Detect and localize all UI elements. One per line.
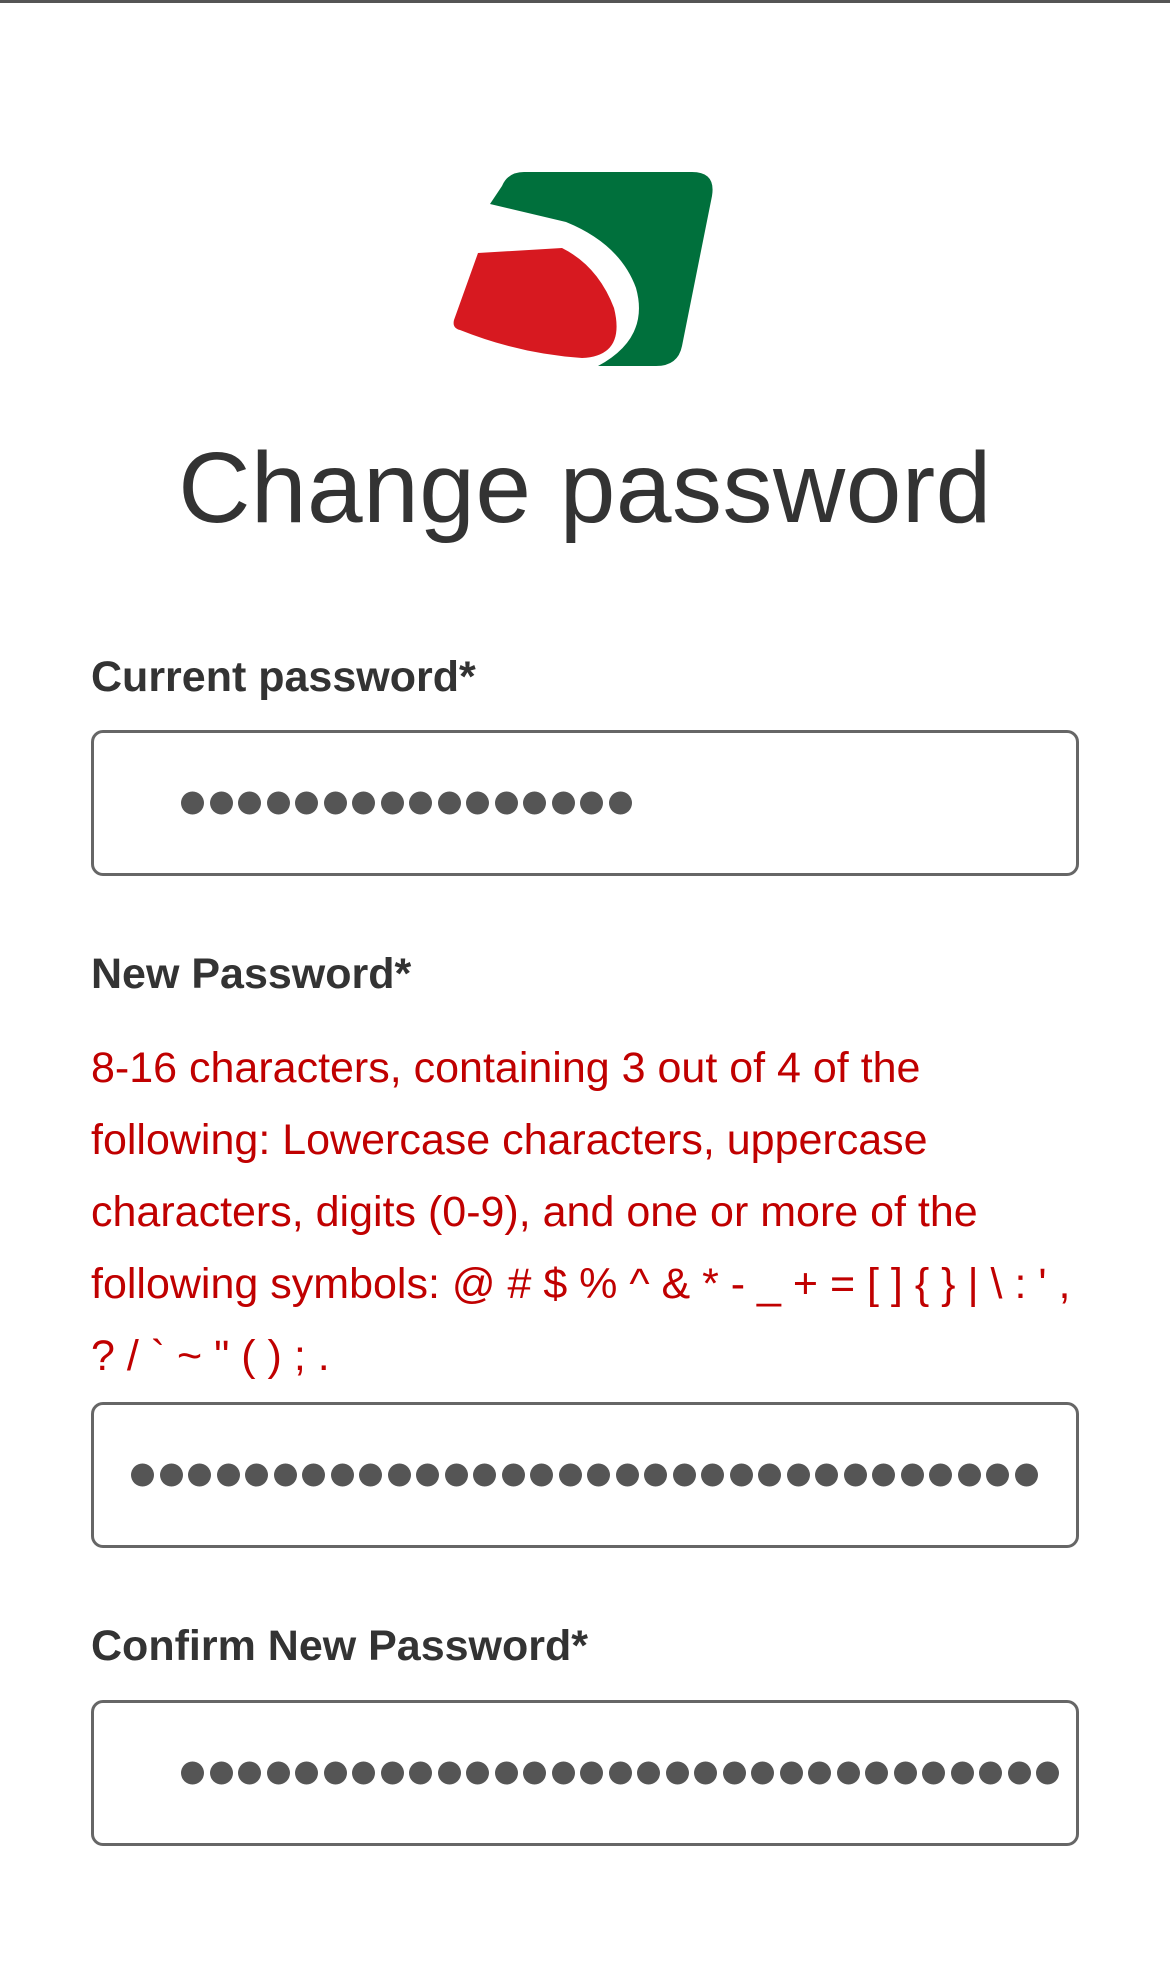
- password-mask-dot: [701, 1463, 724, 1487]
- password-mask-dot: [551, 791, 575, 815]
- password-mask-dot: [986, 1463, 1009, 1487]
- password-mask-dot: [323, 791, 347, 815]
- confirm-password-label: Confirm New Password*: [91, 1622, 588, 1670]
- password-mask-dot: [437, 791, 461, 815]
- password-mask-dot: [380, 1761, 404, 1785]
- password-mask-dot: [815, 1463, 838, 1487]
- password-mask-dot: [665, 1761, 689, 1785]
- password-mask-dot: [266, 791, 290, 815]
- password-mask-dot: [580, 1761, 603, 1785]
- password-mask-dot: [530, 1463, 553, 1487]
- password-mask-dot: [245, 1463, 268, 1487]
- password-mask-dot: [523, 791, 546, 815]
- password-mask-dot: [466, 1761, 489, 1785]
- password-mask-dot: [694, 1761, 717, 1785]
- password-mask-dot: [266, 1761, 290, 1785]
- password-mask-dot: [865, 1761, 888, 1785]
- password-mask-dot: [387, 1463, 411, 1487]
- password-mask-dot: [979, 1761, 1002, 1785]
- password-mask-dot: [295, 791, 318, 815]
- password-mask-dot: [131, 1463, 154, 1487]
- password-mask-dot: [608, 791, 632, 815]
- password-mask-dot: [1036, 1761, 1059, 1785]
- password-mask-dot: [409, 1761, 432, 1785]
- brand-logo: [453, 172, 713, 366]
- password-mask-dot: [1014, 1463, 1038, 1487]
- hint-line: ? / ` ~ " ( ) ; .: [91, 1332, 330, 1380]
- password-mask-dot: [295, 1761, 318, 1785]
- password-mask-dot: [551, 1761, 575, 1785]
- masked-value: [131, 1463, 1038, 1487]
- password-mask-dot: [1007, 1761, 1031, 1785]
- password-mask-dot: [501, 1463, 525, 1487]
- password-mask-dot: [872, 1463, 895, 1487]
- masked-value: [181, 1761, 1059, 1785]
- password-mask-dot: [209, 1761, 233, 1785]
- top-divider: [0, 0, 1170, 3]
- password-mask-dot: [922, 1761, 945, 1785]
- new-password-label: New Password*: [91, 950, 412, 998]
- page-title: Change password: [178, 432, 992, 544]
- hint-line: characters, digits (0-9), and one or mor…: [91, 1188, 978, 1236]
- password-mask-dot: [494, 1761, 518, 1785]
- password-mask-dot: [558, 1463, 582, 1487]
- password-mask-dot: [751, 1761, 774, 1785]
- hint-line: following: Lowercase characters, upperca…: [91, 1116, 928, 1164]
- password-mask-dot: [950, 1761, 974, 1785]
- password-mask-dot: [352, 791, 375, 815]
- new-password-field[interactable]: [91, 1402, 1079, 1548]
- password-mask-dot: [216, 1463, 240, 1487]
- password-mask-dot: [181, 1761, 204, 1785]
- password-mask-dot: [786, 1463, 810, 1487]
- password-mask-dot: [181, 791, 204, 815]
- password-mask-dot: [466, 791, 489, 815]
- password-mask-dot: [758, 1463, 781, 1487]
- password-mask-dot: [929, 1463, 952, 1487]
- password-mask-dot: [729, 1463, 753, 1487]
- password-requirements-hint: 8-16 characters, containing 3 out of 4 o…: [91, 1032, 1091, 1392]
- password-mask-dot: [238, 1761, 261, 1785]
- password-mask-dot: [352, 1761, 375, 1785]
- password-mask-dot: [494, 791, 518, 815]
- password-mask-dot: [380, 791, 404, 815]
- password-mask-dot: [323, 1761, 347, 1785]
- logo-red-shape: [453, 248, 617, 358]
- password-mask-dot: [473, 1463, 496, 1487]
- password-mask-dot: [409, 791, 432, 815]
- password-mask-dot: [615, 1463, 639, 1487]
- password-mask-dot: [416, 1463, 439, 1487]
- password-mask-dot: [587, 1463, 610, 1487]
- password-mask-dot: [330, 1463, 354, 1487]
- password-mask-dot: [900, 1463, 924, 1487]
- password-mask-dot: [523, 1761, 546, 1785]
- password-mask-dot: [722, 1761, 746, 1785]
- password-mask-dot: [836, 1761, 860, 1785]
- password-mask-dot: [957, 1463, 981, 1487]
- password-mask-dot: [893, 1761, 917, 1785]
- current-password-label: Current password*: [91, 653, 476, 701]
- password-mask-dot: [637, 1761, 660, 1785]
- password-mask-dot: [444, 1463, 468, 1487]
- password-mask-dot: [779, 1761, 803, 1785]
- password-mask-dot: [302, 1463, 325, 1487]
- password-mask-dot: [608, 1761, 632, 1785]
- password-mask-dot: [437, 1761, 461, 1785]
- password-mask-dot: [238, 791, 261, 815]
- password-mask-dot: [644, 1463, 667, 1487]
- confirm-password-field[interactable]: [91, 1700, 1079, 1846]
- masked-value: [181, 791, 632, 815]
- hint-line: 8-16 characters, containing 3 out of 4 o…: [91, 1044, 921, 1092]
- password-mask-dot: [580, 791, 603, 815]
- password-mask-dot: [672, 1463, 696, 1487]
- password-mask-dot: [808, 1761, 831, 1785]
- password-mask-dot: [273, 1463, 297, 1487]
- password-mask-dot: [209, 791, 233, 815]
- password-mask-dot: [159, 1463, 183, 1487]
- password-mask-dot: [359, 1463, 382, 1487]
- current-password-field[interactable]: [91, 730, 1079, 876]
- password-mask-dot: [188, 1463, 211, 1487]
- password-mask-dot: [843, 1463, 867, 1487]
- hint-line: following symbols: @ # $ % ^ & * - _ + =…: [91, 1260, 1071, 1308]
